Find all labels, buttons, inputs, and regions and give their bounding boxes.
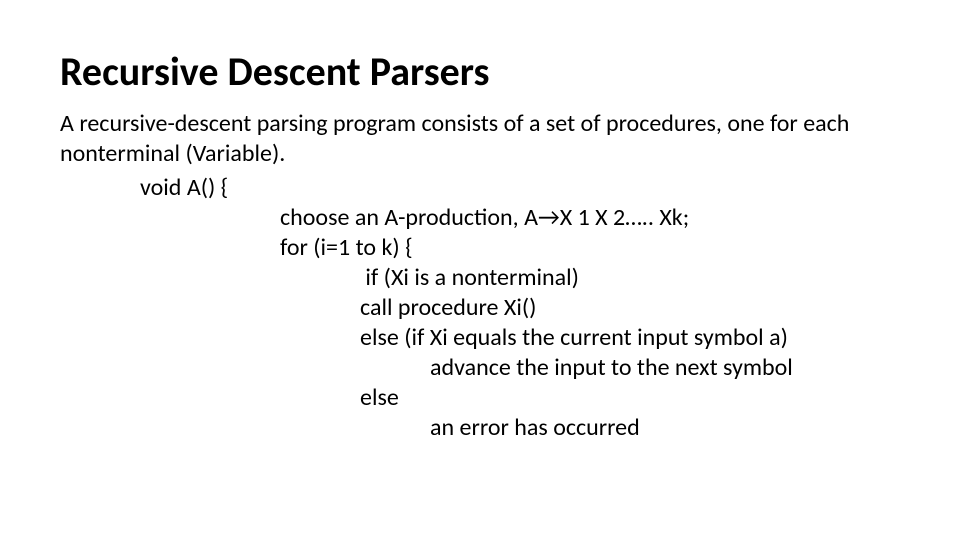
code-line-2: choose an A-production, A→X 1 X 2….. Xk; [60, 203, 900, 233]
slide-title: Recursive Descent Parsers [60, 50, 900, 94]
slide: Recursive Descent Parsers A recursive-de… [0, 0, 960, 540]
code-line-9: an error has occurred [60, 413, 900, 443]
slide-body: A recursive-descent parsing program cons… [60, 109, 900, 443]
code-line-6: else (if Xi equals the current input sym… [60, 323, 900, 353]
code-line-8: else [60, 383, 900, 413]
code-line-1: void A() { [60, 173, 900, 203]
code-line-5: call procedure Xi() [60, 293, 900, 323]
code-line-4: if (Xi is a nonterminal) [60, 263, 900, 293]
code-line-3: for (i=1 to k) { [60, 233, 900, 263]
code-line-7: advance the input to the next symbol [60, 353, 900, 383]
intro-paragraph: A recursive-descent parsing program cons… [60, 109, 900, 169]
